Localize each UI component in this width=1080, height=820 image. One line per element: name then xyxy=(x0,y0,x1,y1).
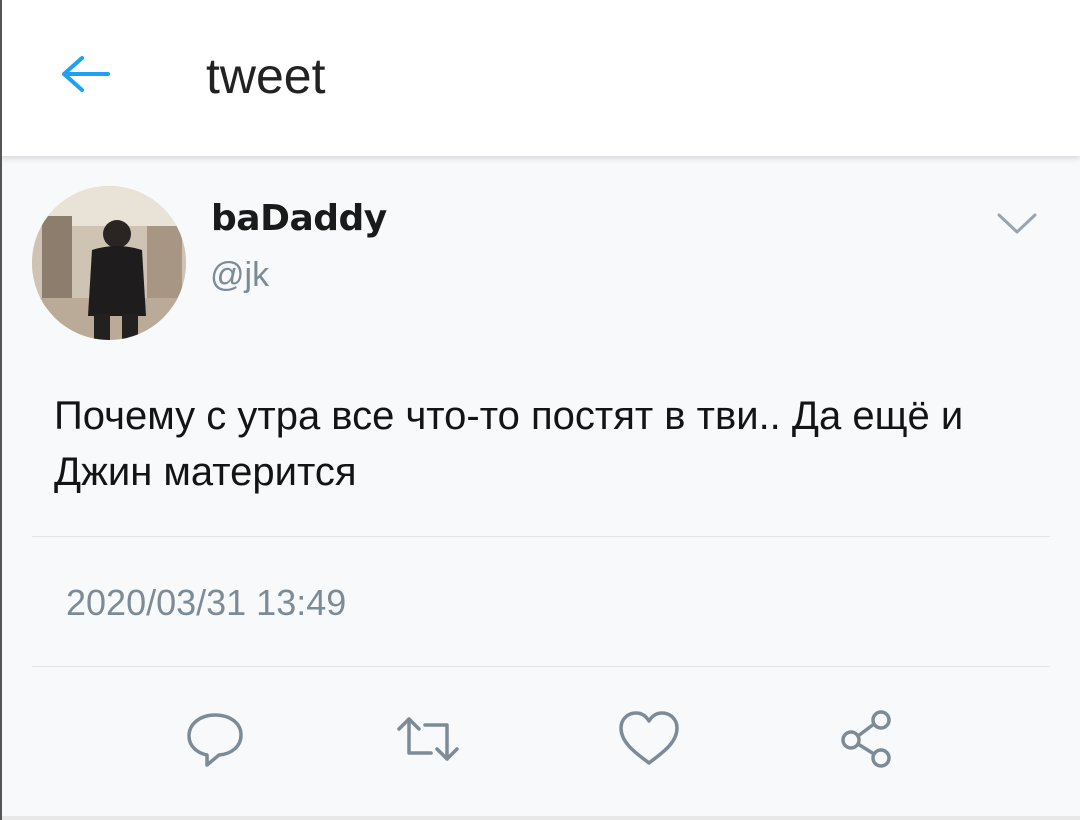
tweet-text: Почему с утра все что-то постят в тви.. … xyxy=(54,394,964,494)
display-name[interactable]: baDaddy xyxy=(211,198,387,239)
avatar[interactable] xyxy=(32,186,186,340)
back-button[interactable] xyxy=(52,44,118,104)
divider xyxy=(32,666,1050,667)
like-button[interactable] xyxy=(614,704,684,774)
retweet-icon xyxy=(397,717,459,761)
divider xyxy=(32,536,1050,537)
retweet-button[interactable] xyxy=(393,704,463,774)
heart-icon xyxy=(619,711,679,765)
chevron-down-icon xyxy=(997,213,1037,234)
arrow-left-icon xyxy=(62,56,110,92)
share-button[interactable] xyxy=(832,704,902,774)
speech-bubble-icon xyxy=(187,713,243,767)
top-app-bar: tweet xyxy=(0,0,1080,156)
share-icon xyxy=(841,710,891,768)
tweet-menu-button[interactable] xyxy=(992,204,1042,244)
tweet-detail: baDaddy @jk Почему с утра все что-то пос… xyxy=(0,156,1080,820)
avatar-photo xyxy=(32,186,186,340)
page-title: tweet xyxy=(206,48,326,104)
bottom-divider xyxy=(0,816,1080,820)
tweet-timestamp: 2020/03/31 13:49 xyxy=(66,582,347,623)
user-handle[interactable]: @jk xyxy=(210,256,269,295)
window-edge xyxy=(0,0,2,820)
reply-button[interactable] xyxy=(180,704,250,774)
